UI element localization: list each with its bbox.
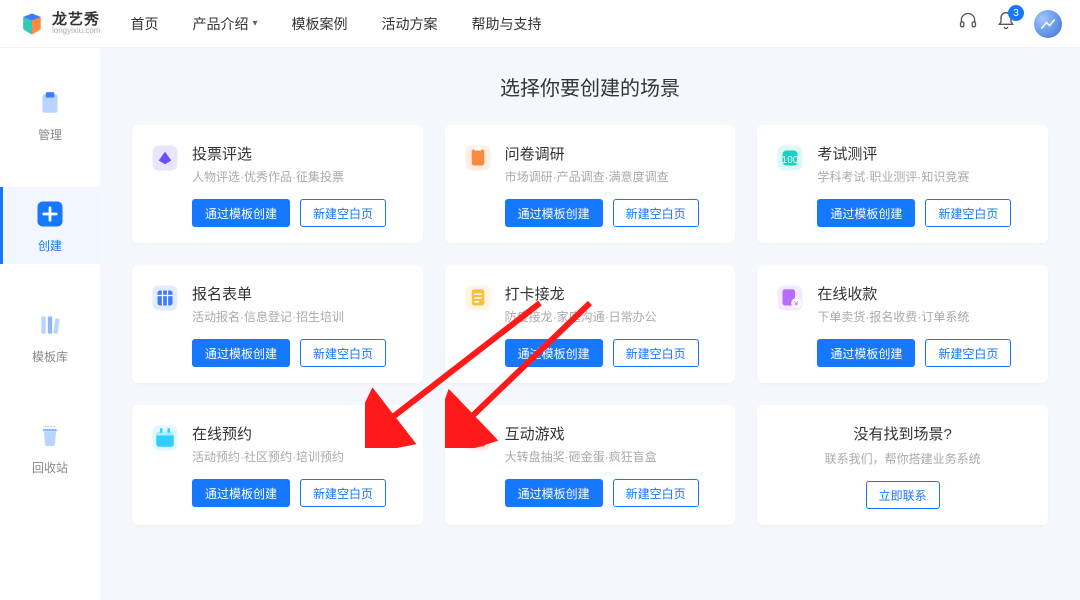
brand-logo[interactable]: 龙艺秀 longyixiu.com (18, 10, 100, 38)
new-blank-button[interactable]: 新建空白页 (613, 199, 699, 227)
trash-icon (33, 419, 67, 453)
card-subtitle: 活动预约·社区预约·培训预约 (192, 448, 344, 465)
books-icon (33, 308, 67, 342)
notifications-button[interactable]: 3 (996, 11, 1016, 36)
card-icon (463, 423, 493, 453)
card-title: 在线预约 (192, 423, 344, 444)
new-blank-button[interactable]: 新建空白页 (925, 199, 1011, 227)
card-title: 问卷调研 (505, 143, 669, 164)
top-nav: 龙艺秀 longyixiu.com 首页 产品介绍▾ 模板案例 活动方案 帮助与… (0, 0, 1080, 48)
card-subtitle: 活动报名·信息登记·招生培训 (192, 308, 344, 325)
scene-card: 100 考试测评 学科考试·职业测评·知识竞赛 通过模板创建 新建空白页 (757, 125, 1048, 243)
contact-button[interactable]: 立即联系 (866, 481, 940, 509)
card-icon (463, 143, 493, 173)
new-blank-button[interactable]: 新建空白页 (613, 479, 699, 507)
card-title: 考试测评 (817, 143, 969, 164)
create-from-template-button[interactable]: 通过模板创建 (505, 339, 603, 367)
scene-card: ¥ 在线收款 下单卖货·报名收费·订单系统 通过模板创建 新建空白页 (757, 265, 1048, 383)
card-title: 投票评选 (192, 143, 344, 164)
card-subtitle: 下单卖货·报名收费·订单系统 (817, 308, 969, 325)
scene-card: 互动游戏 大转盘抽奖·砸金蛋·疯狂盲盒 通过模板创建 新建空白页 (445, 405, 736, 525)
card-icon (463, 283, 493, 313)
sidebar-item-create[interactable]: 创建 (0, 187, 100, 264)
headset-icon[interactable] (958, 11, 978, 36)
card-title: 报名表单 (192, 283, 344, 304)
card-subtitle: 大转盘抽奖·砸金蛋·疯狂盲盒 (505, 448, 657, 465)
logo-icon (18, 10, 46, 38)
card-subtitle: 学科考试·职业测评·知识竞赛 (817, 168, 969, 185)
clipboard-icon (33, 86, 67, 120)
card-subtitle: 市场调研·产品调查·满意度调查 (505, 168, 669, 185)
new-blank-button[interactable]: 新建空白页 (300, 479, 386, 507)
create-from-template-button[interactable]: 通过模板创建 (192, 479, 290, 507)
create-from-template-button[interactable]: 通过模板创建 (817, 339, 915, 367)
page-title: 选择你要创建的场景 (132, 72, 1048, 101)
sidebar: 管理 创建 模板库 回收站 (0, 48, 100, 600)
notification-badge: 3 (1008, 5, 1024, 21)
sidebar-item-label: 创建 (38, 237, 62, 254)
sidebar-item-label: 回收站 (32, 459, 68, 476)
card-icon (150, 423, 180, 453)
create-from-template-button[interactable]: 通过模板创建 (505, 479, 603, 507)
scene-card: 报名表单 活动报名·信息登记·招生培训 通过模板创建 新建空白页 (132, 265, 423, 383)
new-blank-button[interactable]: 新建空白页 (613, 339, 699, 367)
new-blank-button[interactable]: 新建空白页 (925, 339, 1011, 367)
card-icon: 100 (775, 143, 805, 173)
sidebar-item-recycle[interactable]: 回收站 (0, 409, 100, 486)
avatar[interactable] (1034, 10, 1062, 38)
cta-card: 没有找到场景? 联系我们，帮你搭建业务系统 立即联系 (757, 405, 1048, 525)
plus-icon (33, 197, 67, 231)
cta-subtitle: 联系我们，帮你搭建业务系统 (825, 450, 981, 467)
card-title: 在线收款 (817, 283, 969, 304)
new-blank-button[interactable]: 新建空白页 (300, 339, 386, 367)
svg-text:100: 100 (782, 155, 799, 166)
card-icon (150, 283, 180, 313)
sidebar-item-label: 管理 (38, 126, 62, 143)
scene-card: 投票评选 人物评选·优秀作品·征集投票 通过模板创建 新建空白页 (132, 125, 423, 243)
cta-title: 没有找到场景? (853, 423, 951, 444)
create-from-template-button[interactable]: 通过模板创建 (192, 339, 290, 367)
sidebar-item-label: 模板库 (32, 348, 68, 365)
card-title: 打卡接龙 (505, 283, 657, 304)
nav-help[interactable]: 帮助与支持 (472, 14, 542, 34)
nav-plans[interactable]: 活动方案 (382, 14, 438, 34)
scene-card: 问卷调研 市场调研·产品调查·满意度调查 通过模板创建 新建空白页 (445, 125, 736, 243)
nav-home[interactable]: 首页 (130, 14, 158, 34)
brand-domain: longyixiu.com (52, 27, 100, 35)
brand-name: 龙艺秀 (52, 12, 100, 27)
scene-card: 在线预约 活动预约·社区预约·培训预约 通过模板创建 新建空白页 (132, 405, 423, 525)
nav-templates[interactable]: 模板案例 (292, 14, 348, 34)
chevron-down-icon: ▾ (252, 18, 257, 29)
new-blank-button[interactable]: 新建空白页 (300, 199, 386, 227)
card-subtitle: 人物评选·优秀作品·征集投票 (192, 168, 344, 185)
card-icon (150, 143, 180, 173)
card-subtitle: 防疫接龙·家庭沟通·日常办公 (505, 308, 657, 325)
nav-products[interactable]: 产品介绍▾ (192, 14, 257, 34)
create-from-template-button[interactable]: 通过模板创建 (192, 199, 290, 227)
create-from-template-button[interactable]: 通过模板创建 (817, 199, 915, 227)
card-title: 互动游戏 (505, 423, 657, 444)
sidebar-item-templates[interactable]: 模板库 (0, 298, 100, 375)
scene-card: 打卡接龙 防疫接龙·家庭沟通·日常办公 通过模板创建 新建空白页 (445, 265, 736, 383)
main-content: 选择你要创建的场景 投票评选 人物评选·优秀作品·征集投票 通过模板创建 新建空… (100, 48, 1080, 600)
card-icon: ¥ (775, 283, 805, 313)
sidebar-item-manage[interactable]: 管理 (0, 76, 100, 153)
create-from-template-button[interactable]: 通过模板创建 (505, 199, 603, 227)
